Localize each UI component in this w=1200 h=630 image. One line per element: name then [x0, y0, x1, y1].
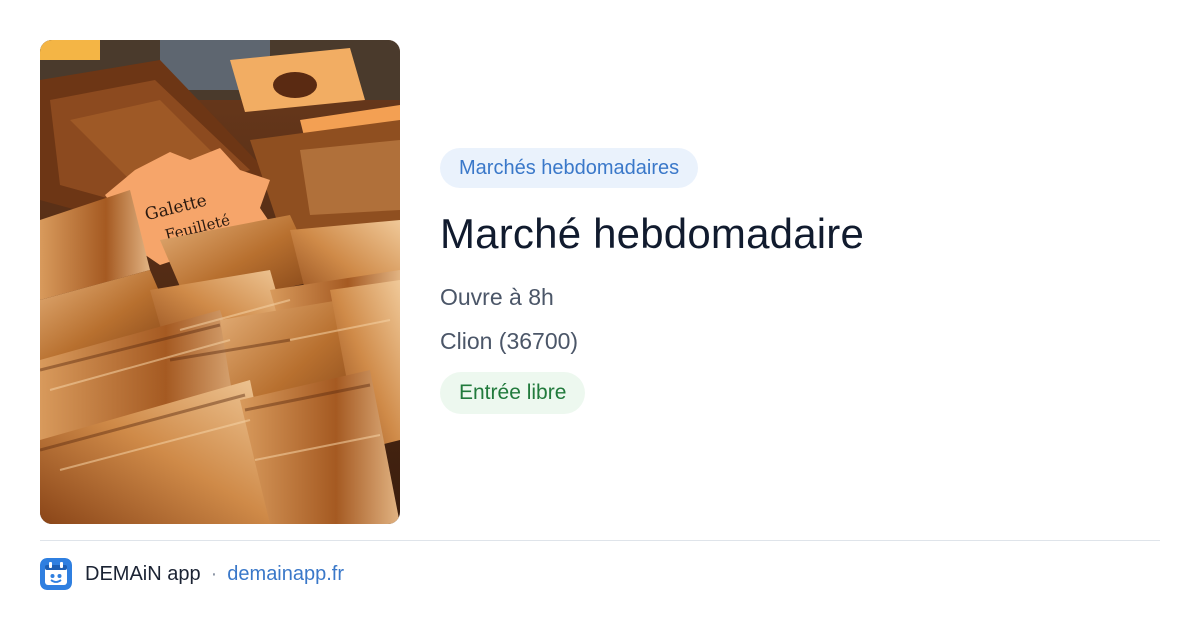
- app-name: DEMAiN app: [85, 562, 201, 585]
- event-card[interactable]: Galette Feuilleté Loire: [0, 0, 1200, 630]
- footer: DEMAiN app · demainapp.fr: [40, 558, 344, 590]
- event-photo: Galette Feuilleté Loire: [40, 40, 400, 524]
- footer-divider: [40, 540, 1160, 541]
- event-location: Clion (36700): [440, 328, 579, 354]
- event-title: Marché hebdomadaire: [440, 210, 865, 257]
- footer-separator: ·: [210, 562, 218, 585]
- event-hours: Ouvre à 8h: [440, 284, 554, 310]
- category-badge[interactable]: Marchés hebdomadaires: [440, 148, 699, 188]
- domain-link[interactable]: demainapp.fr: [227, 563, 344, 586]
- event-info: Marchés hebdomadaires Marché hebdomadair…: [440, 148, 1160, 414]
- entry-badge: Entrée libre: [440, 372, 586, 414]
- demain-app-icon: [40, 558, 72, 590]
